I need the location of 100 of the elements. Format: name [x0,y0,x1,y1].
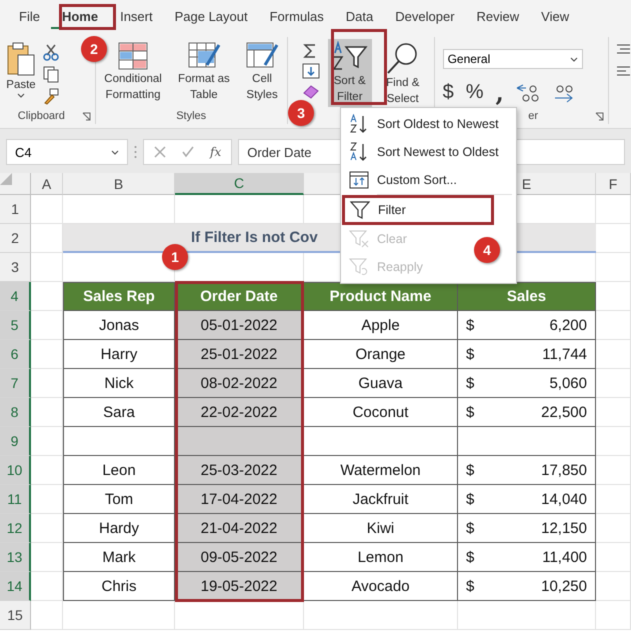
number-format-dropdown[interactable]: General [442,49,583,69]
currency-symbol: $ [466,578,474,594]
find-select-button[interactable]: Find & Select [380,39,426,109]
grid-cell [596,340,631,369]
row-header[interactable]: 5 [0,311,31,340]
fill-down-icon[interactable] [302,63,320,79]
check-icon[interactable] [182,146,194,158]
column-header[interactable]: B [63,173,175,195]
filter-icon [350,200,370,220]
scissors-icon[interactable] [42,43,60,61]
row-header[interactable]: 12 [0,514,31,543]
row-header[interactable]: 3 [0,253,31,282]
row-header[interactable]: 13 [0,543,31,572]
row-header[interactable]: 8 [0,398,31,427]
table-cell: Lemon [304,543,458,572]
table-cell: Guava [304,369,458,398]
table-cell: Orange [304,340,458,369]
sheet-title: If Filter Is not Cov [191,229,318,246]
launcher-icon[interactable] [82,112,91,121]
clear-filter-icon [349,229,369,249]
currency-symbol: $ [466,316,474,334]
ribbon-tab[interactable]: File [8,4,51,28]
currency-symbol: $ [466,374,474,392]
grid-cell [31,253,63,282]
row-header[interactable]: 1 [0,195,31,224]
currency-format-button[interactable]: $ [442,81,454,104]
sales-amount: 6,200 [549,316,587,334]
reapply-filter-icon [349,257,369,277]
row-header[interactable]: 7 [0,369,31,398]
caret-icon[interactable] [570,56,578,62]
table-cell: Mark [63,543,175,572]
row-header[interactable]: 10 [0,456,31,485]
comma-style-button[interactable]: , [496,82,504,102]
column-heading: Sales Rep [63,282,175,311]
sort-ascending-icon [349,114,369,134]
grid-cell [31,311,63,340]
ribbon-tab[interactable]: Data [334,4,384,28]
column-header[interactable]: C [175,173,304,195]
caret-icon[interactable] [17,93,25,98]
row-header[interactable]: 6 [0,340,31,369]
menu-item[interactable]: Filter [342,195,494,225]
ribbon-button[interactable]: Cell Styles [241,39,283,105]
grid-cell [596,601,631,630]
grid-cell [31,514,63,543]
grid-cell [596,282,631,311]
name-box[interactable]: C4 [6,139,128,165]
table-cell: 25-01-2022 [175,340,304,369]
currency-symbol: $ [466,404,474,420]
ribbon-tab[interactable]: Review [466,4,530,28]
currency-symbol: $ [466,520,474,536]
ribbon-tab[interactable]: Home [50,4,110,28]
conditional-formatting-icon[interactable] [117,41,150,71]
sales-amount: 10,250 [541,578,587,594]
menu-item[interactable]: Sort Newest to Oldest [341,138,516,166]
grid-cell [596,369,631,398]
paste-button[interactable]: Paste [4,39,38,100]
grid-cell [596,572,631,601]
sales-amount: 5,060 [549,374,587,392]
row-header[interactable]: 2 [0,224,31,253]
increase-decimal-icon[interactable] [516,82,540,102]
column-header[interactable]: A [31,173,63,195]
grid-cell [596,311,631,340]
row-header[interactable]: 4 [0,282,31,311]
table-cell: Jonas [63,311,175,340]
ribbon-tab[interactable]: Insert [109,4,164,28]
step-badge: 1 [162,244,188,270]
highlight-frame [59,4,116,30]
column-header[interactable]: F [596,173,631,195]
ribbon-tab[interactable]: Page Layout [164,4,259,28]
group-label: Clipboard [18,110,65,122]
ribbon-tab[interactable]: Developer [384,4,466,28]
row-header[interactable]: 14 [0,572,31,601]
table-cell: Sara [63,398,175,427]
launcher-icon[interactable] [595,112,604,121]
grid-cell [596,427,631,456]
table-cell: Jackfruit [304,485,458,514]
eraser-icon[interactable] [302,83,320,99]
clipboard-icon[interactable] [6,41,36,77]
row-header[interactable]: 15 [0,601,31,630]
table-cell: 21-04-2022 [175,514,304,543]
menu-item[interactable]: Sort Oldest to Newest [341,110,516,138]
sort-filter-button[interactable]: Sort & Filter [328,39,372,107]
grid-cell [596,514,631,543]
format-painter-icon[interactable] [42,87,60,105]
ribbon-tab[interactable]: View [530,4,580,28]
row-header[interactable]: 9 [0,427,31,456]
custom-sort-icon [349,170,369,190]
table-cell: Apple [304,311,458,340]
sales-amount: 11,400 [542,548,587,566]
caret-icon[interactable] [111,150,119,154]
sort-filter-icon[interactable] [332,41,368,73]
ribbon-tab[interactable]: Formulas [258,4,335,28]
table-cell: 05-01-2022 [175,311,304,340]
group-label: er [528,110,538,122]
function-icon[interactable]: fx [210,145,222,159]
ribbon-button[interactable]: Format as Table [170,39,238,105]
currency-symbol: $ [466,346,474,362]
row-header[interactable]: 11 [0,485,31,514]
percent-format-button[interactable]: % [466,81,484,104]
copy-icon[interactable] [42,65,60,83]
